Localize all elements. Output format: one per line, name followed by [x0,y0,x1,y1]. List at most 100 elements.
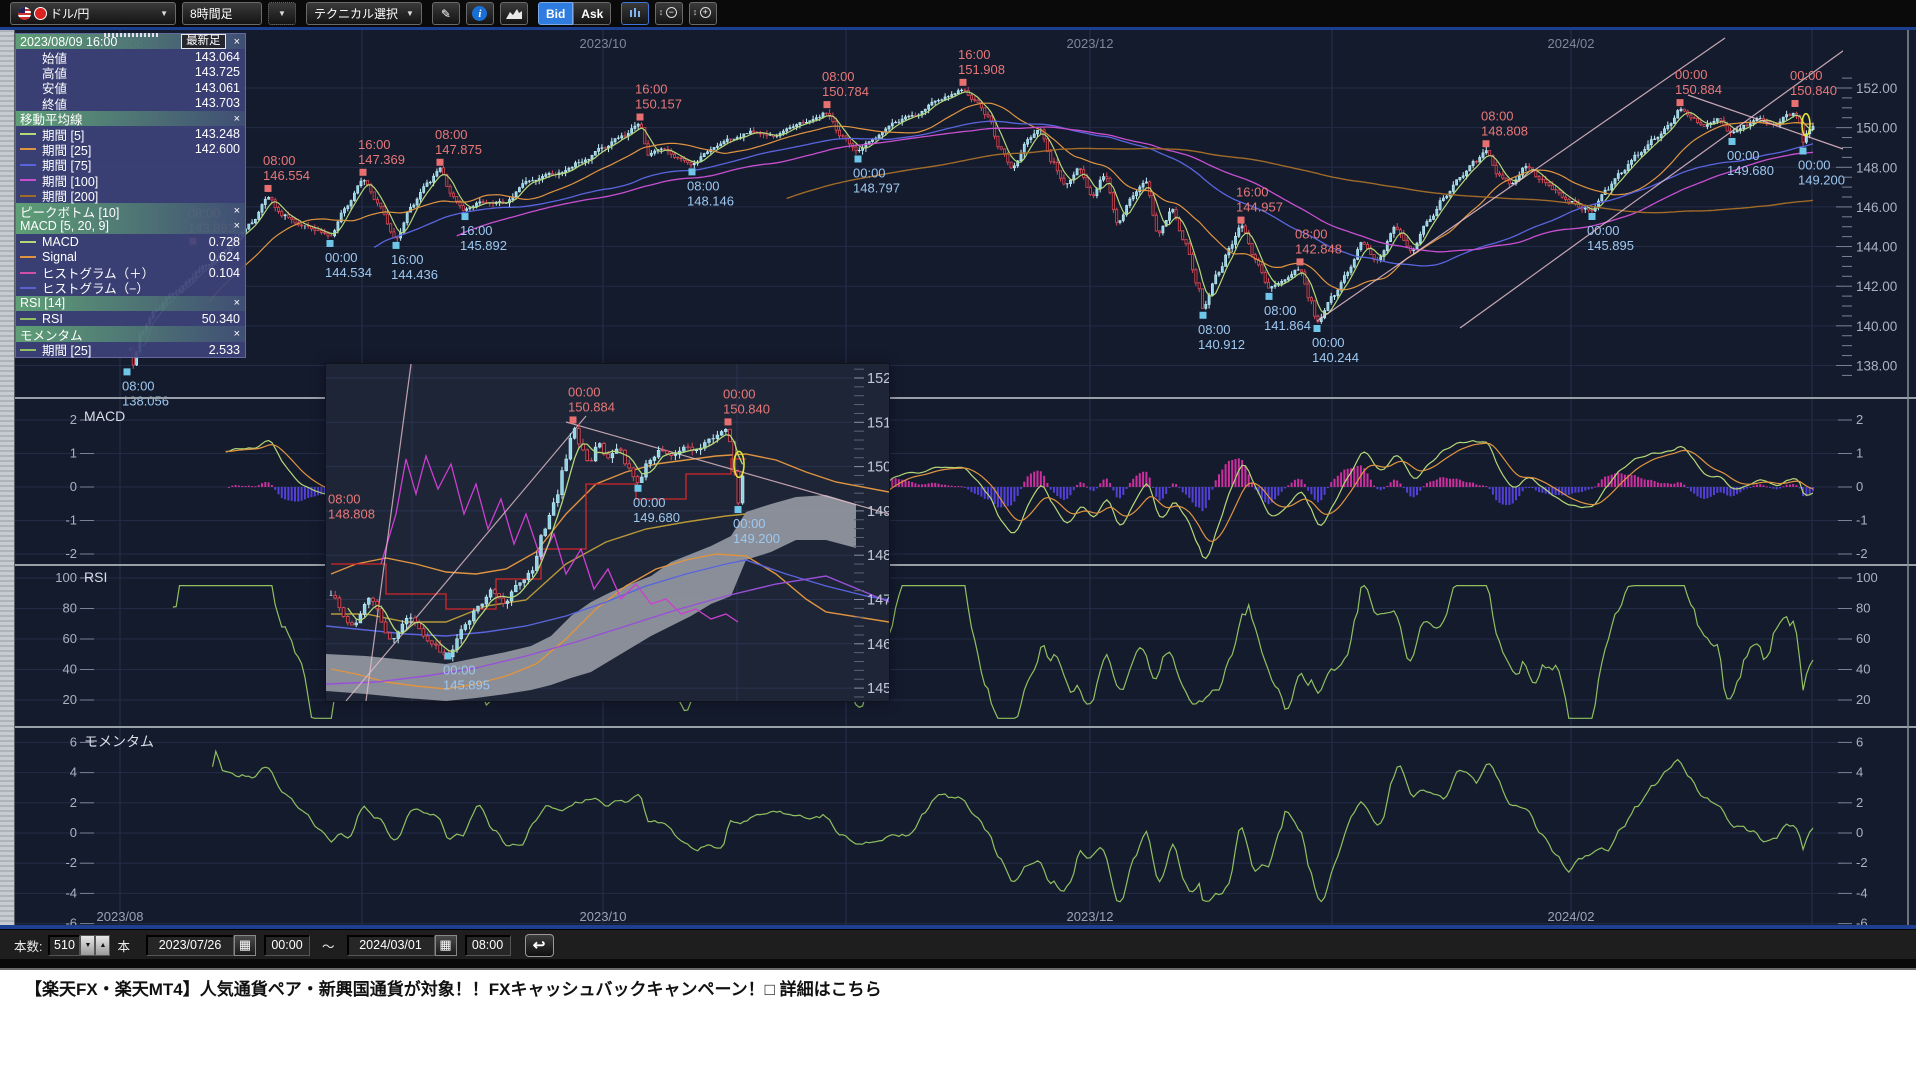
svg-text:145.895: 145.895 [443,677,490,692]
svg-text:138.056: 138.056 [122,393,169,408]
reset-range-button[interactable]: ↩ [525,934,554,957]
svg-text:149.680: 149.680 [1727,163,1774,178]
us-flag-icon [18,7,31,20]
svg-text:40: 40 [1856,662,1870,677]
indicator-section-header: ピークボトム [10]× [16,203,245,218]
svg-text:152.00: 152.00 [1856,81,1897,96]
calendar-icon: ▦ [239,937,251,953]
svg-text:16:00: 16:00 [391,252,424,267]
range-control-bar: 本数: 510 ▼ ▲ 本 2023/07/26 ▦ 00:00 〜 2024/… [0,929,1916,960]
chevron-down-icon: ▼ [160,9,168,18]
svg-text:148.146: 148.146 [687,193,734,208]
indicator-info-panel[interactable]: 2023/08/09 16:00最新足×始値143.064高値143.725安値… [15,33,246,358]
indicator-section-header: MACD [5, 20, 9]× [16,219,245,234]
svg-text:147.875: 147.875 [435,142,482,157]
svg-text:-2: -2 [65,855,77,870]
currency-pair-selector[interactable]: ドル/円 ▼ [10,2,176,25]
timeframe-field[interactable]: 8時間足 [182,2,262,25]
svg-text:00:00: 00:00 [443,662,476,677]
svg-text:150.884: 150.884 [568,399,615,414]
ask-toggle-button[interactable]: Ask [573,2,611,25]
svg-text:150.157: 150.157 [635,97,682,112]
svg-text:145.00: 145.00 [867,681,889,697]
svg-text:08:00: 08:00 [1295,226,1328,241]
svg-text:00:00: 00:00 [733,516,766,531]
svg-text:148.00: 148.00 [867,548,889,564]
from-date-input[interactable]: 2023/07/26 [146,935,234,956]
svg-text:4: 4 [70,765,77,780]
svg-text:08:00: 08:00 [1481,108,1514,123]
svg-text:138.00: 138.00 [1856,358,1897,373]
candlestick-mode-button[interactable] [621,2,649,25]
count-decrement-button[interactable]: ▼ [80,935,95,956]
svg-text:0: 0 [70,825,77,840]
bar-count-input[interactable]: 510 [48,935,80,956]
svg-text:2: 2 [70,412,77,427]
zoom-in-button[interactable]: ↕+ [689,2,717,25]
svg-text:2: 2 [1856,795,1863,810]
window-frame-band [0,959,1916,970]
svg-text:140.244: 140.244 [1312,350,1359,365]
svg-text:2023/08: 2023/08 [97,909,144,924]
bar-count-label: 本数: [14,936,42,955]
technical-select-button[interactable]: テクニカル選択 ▼ [306,2,422,25]
count-increment-button[interactable]: ▲ [95,935,110,956]
svg-text:149.200: 149.200 [733,531,780,546]
indicator-row: MACD0.728 [16,234,245,249]
close-icon[interactable]: × [234,36,240,48]
svg-text:141.864: 141.864 [1264,318,1311,333]
svg-text:150.784: 150.784 [822,84,869,99]
to-calendar-button[interactable]: ▦ [435,935,457,956]
pencil-icon: ✎ [441,7,451,21]
close-icon[interactable]: × [228,220,240,232]
close-icon[interactable]: × [228,113,240,125]
svg-text:00:00: 00:00 [633,495,666,510]
main-chart-canvas[interactable]: 2023/082023/102023/122024/022023/082023/… [0,30,1916,925]
svg-text:16:00: 16:00 [635,82,668,97]
svg-text:6: 6 [1856,734,1863,749]
svg-text:-1: -1 [65,513,77,528]
chevron-down-icon: ▼ [278,9,286,18]
svg-text:148.797: 148.797 [853,180,900,195]
zoom-out-button[interactable]: ↕− [655,2,683,25]
svg-text:00:00: 00:00 [723,386,756,401]
area-chart-button[interactable] [500,2,528,25]
svg-text:00:00: 00:00 [1587,223,1620,238]
trading-app-window: ドル/円 ▼ 8時間足 ▼ テクニカル選択 ▼ ✎ i Bid Ask [0,0,1920,1080]
close-icon[interactable]: × [228,205,240,217]
svg-text:140.00: 140.00 [1856,319,1897,334]
campaign-marquee[interactable]: 【楽天FX・楽天MT4】人気通貨ペア・新興国通貨が対象！！FXキャッシュバックキ… [0,977,1920,998]
svg-text:60: 60 [63,631,77,646]
svg-text:-6: -6 [1856,916,1868,925]
zoom-inset-canvas[interactable]: 00:00150.88400:00150.84000:00145.89500:0… [326,364,889,701]
svg-text:16:00: 16:00 [1236,185,1269,200]
timeframe-dropdown-button[interactable]: ▼ [268,2,296,25]
svg-text:2: 2 [70,795,77,810]
ask-label: Ask [581,7,603,21]
svg-text:2023/10: 2023/10 [580,36,627,51]
draw-pencil-button[interactable]: ✎ [432,2,460,25]
svg-text:149.200: 149.200 [1798,172,1845,187]
from-time-input[interactable]: 00:00 [264,935,310,956]
close-icon[interactable]: × [228,297,240,309]
svg-text:00:00: 00:00 [1798,157,1831,172]
svg-text:00:00: 00:00 [568,384,601,399]
svg-text:08:00: 08:00 [122,378,155,393]
technical-select-label: テクニカル選択 [314,5,398,22]
svg-text:1: 1 [1856,446,1863,461]
info-button[interactable]: i [466,2,494,25]
close-icon[interactable]: × [228,328,240,340]
panel-drag-handle[interactable] [104,33,159,37]
bid-toggle-button[interactable]: Bid [538,2,573,25]
jp-flag-icon [34,7,47,20]
latest-bar-badge: 最新足 [181,34,226,49]
svg-text:80: 80 [63,601,77,616]
svg-text:08:00: 08:00 [822,69,855,84]
to-date-input[interactable]: 2024/03/01 [347,935,435,956]
to-time-input[interactable]: 08:00 [465,935,511,956]
chart-area: 2023/082023/102023/122024/022023/082023/… [0,30,1916,925]
svg-text:2023/10: 2023/10 [580,909,627,924]
from-calendar-button[interactable]: ▦ [234,935,256,956]
zoom-inset-window[interactable]: 00:00150.88400:00150.84000:00145.89500:0… [325,363,890,702]
left-splitter-gutter[interactable] [0,30,15,925]
